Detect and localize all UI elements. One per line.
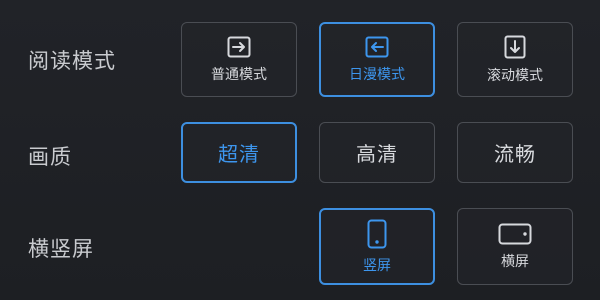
reader-settings-panel: 阅读模式 普通模式 日漫模式 滚动模式 画质 超清 高清 流畅 横竖屏 竖屏 横… bbox=[0, 0, 600, 300]
manga-mode-label: 日漫模式 bbox=[349, 66, 405, 83]
portrait-phone-icon bbox=[367, 219, 387, 248]
quality-hd-label: 高清 bbox=[356, 142, 398, 166]
reading-mode-label: 阅读模式 bbox=[28, 49, 116, 73]
scroll-mode-button[interactable]: 滚动模式 bbox=[457, 22, 573, 97]
quality-hd-button[interactable]: 高清 bbox=[319, 122, 435, 183]
normal-mode-label: 普通模式 bbox=[211, 66, 267, 83]
scroll-mode-label: 滚动模式 bbox=[487, 67, 543, 84]
quality-ultra-hd-button[interactable]: 超清 bbox=[181, 122, 297, 183]
portrait-button[interactable]: 竖屏 bbox=[319, 208, 435, 285]
normal-mode-button[interactable]: 普通模式 bbox=[181, 22, 297, 97]
orientation-label: 横竖屏 bbox=[28, 237, 94, 261]
landscape-button[interactable]: 横屏 bbox=[457, 208, 573, 285]
landscape-label: 横屏 bbox=[501, 253, 529, 270]
quality-smooth-label: 流畅 bbox=[494, 142, 536, 166]
quality-label: 画质 bbox=[28, 145, 72, 169]
landscape-phone-icon bbox=[498, 223, 532, 244]
quality-ultra-hd-label: 超清 bbox=[218, 142, 260, 166]
portrait-label: 竖屏 bbox=[363, 257, 391, 274]
arrow-left-icon bbox=[365, 36, 389, 57]
arrow-right-icon bbox=[227, 36, 251, 57]
manga-mode-button[interactable]: 日漫模式 bbox=[319, 22, 435, 97]
arrow-down-icon bbox=[504, 35, 526, 58]
quality-smooth-button[interactable]: 流畅 bbox=[457, 122, 573, 183]
